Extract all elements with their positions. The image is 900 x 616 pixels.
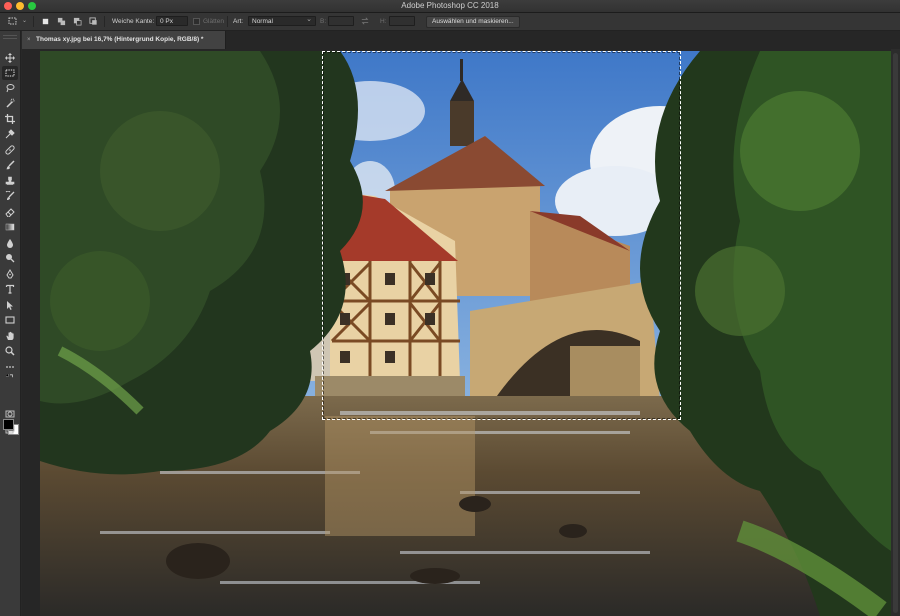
style-label: Art: [233,18,244,25]
brush-tool-icon[interactable] [2,158,18,172]
pen-tool-icon[interactable] [2,267,18,281]
height-label: H: [380,18,387,25]
marquee-preset-icon[interactable] [8,16,18,26]
vertical-scrollbar[interactable] [891,49,900,616]
zoom-tool-icon[interactable] [2,344,18,358]
options-bar: ⌄ Weiche Kante: 0 Px Glätten Art: Normal… [0,13,900,31]
dodge-tool-icon[interactable] [2,251,18,265]
edit-toolbar-icon[interactable] [2,360,18,374]
lasso-tool-icon[interactable] [2,81,18,95]
close-tab-icon[interactable]: × [27,31,31,49]
document-tab[interactable]: × Thomas xy.jpg bei 16,7% (Hintergrund K… [22,31,226,49]
panel-grip[interactable] [3,35,17,39]
tools-panel [0,31,21,616]
smooth-checkbox[interactable] [193,16,200,26]
foreground-color-swatch[interactable] [3,419,14,430]
rectangle-tool-icon[interactable] [2,313,18,327]
document-tab-title: Thomas xy.jpg bei 16,7% (Hintergrund Kop… [36,36,204,43]
blur-tool-icon[interactable] [2,236,18,250]
select-and-mask-button[interactable]: Auswählen und maskieren... [426,16,520,28]
feather-input[interactable]: 0 Px [156,16,188,26]
height-input[interactable] [389,16,415,26]
feather-label: Weiche Kante: [112,18,155,25]
title-bar: Adobe Photoshop CC 2018 [0,0,900,13]
eyedropper-tool-icon[interactable] [2,127,18,141]
new-selection-icon[interactable] [40,16,50,26]
preset-chevron-icon[interactable]: ⌄ [22,13,27,30]
subtract-from-selection-icon[interactable] [72,16,82,26]
canvas-area[interactable] [22,49,900,616]
document-tab-bar: × Thomas xy.jpg bei 16,7% (Hintergrund K… [22,31,900,49]
path-selection-tool-icon[interactable] [2,298,18,312]
rectangular-marquee-tool-icon[interactable] [2,66,18,80]
width-label: B: [320,18,327,25]
clone-stamp-tool-icon[interactable] [2,174,18,188]
eraser-tool-icon[interactable] [2,205,18,219]
gradient-tool-icon[interactable] [2,220,18,234]
intersect-selection-icon[interactable] [88,16,98,26]
history-brush-tool-icon[interactable] [2,189,18,203]
width-input[interactable] [328,16,354,26]
window-title: Adobe Photoshop CC 2018 [401,1,499,10]
hand-tool-icon[interactable] [2,329,18,343]
swap-colors-icon[interactable] [2,374,18,382]
selection-marquee[interactable] [322,51,681,420]
style-select[interactable]: Normal [248,15,316,26]
healing-brush-tool-icon[interactable] [2,143,18,157]
swap-dimensions-icon[interactable] [360,16,370,26]
quick-selection-tool-icon[interactable] [2,96,18,110]
crop-tool-icon[interactable] [2,112,18,126]
type-tool-icon[interactable] [2,282,18,296]
move-tool-icon[interactable] [2,51,18,65]
smooth-label: Glätten [203,18,224,25]
scrollbar-thumb[interactable] [893,53,898,613]
style-select-value: Normal [252,18,273,25]
add-to-selection-icon[interactable] [56,16,66,26]
